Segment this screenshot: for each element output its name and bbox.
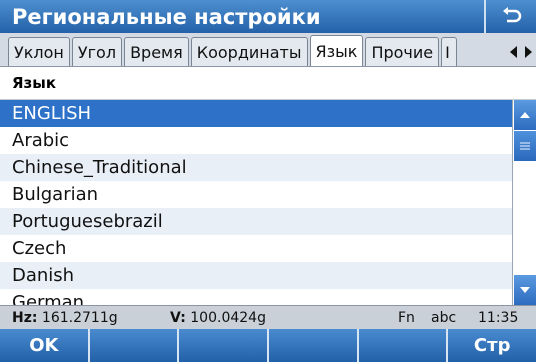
v-label: V: — [170, 309, 186, 326]
v-readout: V: 100.0424g — [170, 310, 266, 326]
hz-label: Hz: — [12, 309, 38, 326]
tab-language[interactable]: Язык — [309, 35, 364, 66]
hz-value: 161.2711g — [41, 309, 118, 326]
v-value: 100.0424g — [190, 309, 266, 326]
status-bar: Hz: 161.2711g V: 100.0424g Fn abc 11:35 — [0, 305, 536, 329]
softkey-4[interactable] — [269, 329, 359, 362]
title-bar: Региональные настройки — [0, 0, 536, 33]
grip-icon — [520, 142, 530, 150]
scroll-down-button[interactable] — [514, 275, 536, 305]
return-icon — [503, 6, 522, 22]
hz-readout: Hz: 161.2711g — [12, 310, 118, 326]
tab-coordinates[interactable]: Координаты — [190, 37, 308, 66]
softkey-3[interactable] — [179, 329, 270, 362]
tab-left-arrow-icon[interactable] — [508, 45, 518, 59]
tab-truncated[interactable]: I — [441, 37, 458, 66]
list-item[interactable]: ENGLISH — [0, 100, 512, 127]
language-list: ENGLISH Arabic Chinese_Traditional Bulga… — [0, 100, 512, 305]
list-item[interactable]: Bulgarian — [0, 181, 512, 208]
page-button[interactable]: Стр — [448, 329, 536, 362]
input-mode-indicator: abc — [431, 309, 457, 326]
tab-time[interactable]: Время — [124, 37, 189, 66]
list-item[interactable]: Portuguesebrazil — [0, 208, 512, 235]
tab-angle[interactable]: Угол — [71, 37, 123, 66]
softkey-bar: OK Стр — [0, 329, 536, 362]
tab-right-arrow-icon[interactable] — [524, 45, 534, 59]
list-item[interactable]: German — [0, 289, 512, 305]
list-item[interactable]: Chinese_Traditional — [0, 154, 512, 181]
fn-indicator: Fn — [398, 309, 415, 326]
ok-button[interactable]: OK — [0, 329, 90, 362]
list-item[interactable]: Arabic — [0, 127, 512, 154]
scrollbar[interactable] — [512, 100, 536, 305]
tab-other[interactable]: Прочие — [365, 37, 440, 66]
back-button[interactable] — [484, 0, 536, 33]
tab-bar: Уклон Угол Время Координаты Язык Прочие … — [0, 33, 536, 67]
page-title: Региональные настройки — [12, 4, 321, 29]
clock: 11:35 — [478, 309, 519, 326]
arrow-up-icon — [520, 112, 530, 118]
softkey-2[interactable] — [90, 329, 180, 362]
list-item[interactable]: Czech — [0, 235, 512, 262]
tab-scroll-arrows — [506, 39, 536, 65]
list-header: Язык — [0, 67, 536, 100]
list-item[interactable]: Danish — [0, 262, 512, 289]
scroll-up-button[interactable] — [514, 100, 536, 130]
arrow-down-icon — [520, 287, 530, 293]
softkey-5[interactable] — [359, 329, 449, 362]
scroll-thumb[interactable] — [514, 131, 536, 161]
tab-slope[interactable]: Уклон — [8, 37, 70, 66]
